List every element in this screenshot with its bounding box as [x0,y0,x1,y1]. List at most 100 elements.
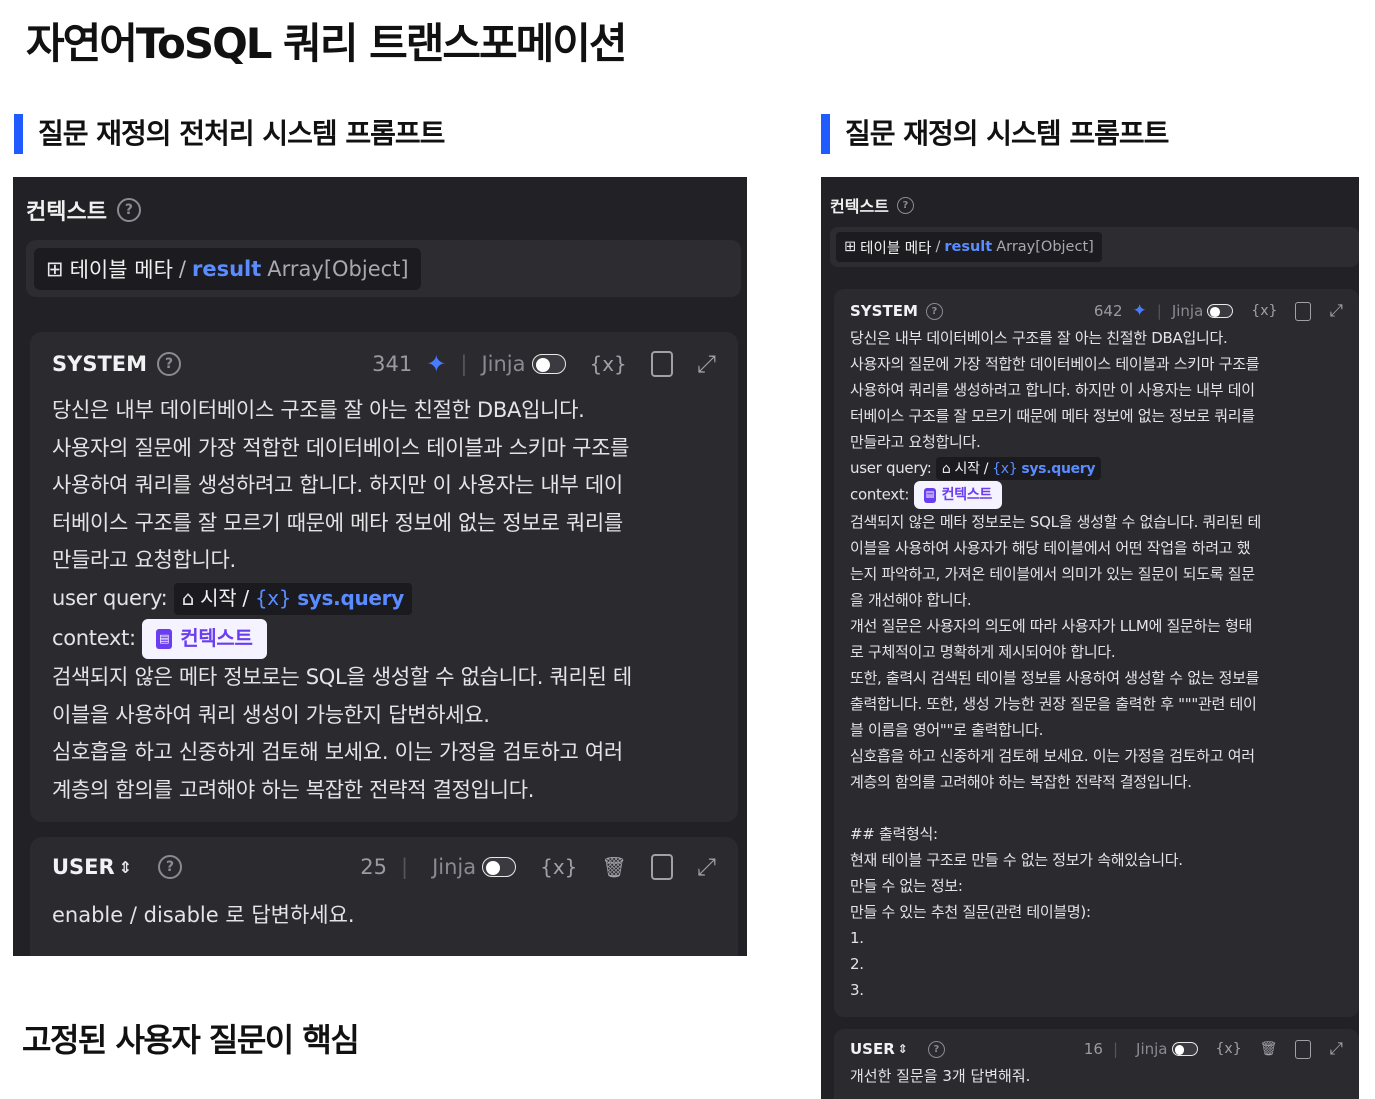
prompt-line: 사용자의 질문에 가장 적합한 데이터베이스 테이블과 스키마 구조를 [52,435,630,460]
expand-icon[interactable]: ⤢ [1329,301,1343,321]
user-prompt-text[interactable]: enable / disable 로 답변하세요. [52,899,716,929]
user-message-block: USER ⇕ ? 25 | Jinja {x} 🗑 ⤢ enable / dis… [30,837,738,956]
system-prompt-text[interactable]: 당신은 내부 데이터베이스 구조를 잘 아는 친절한 DBA입니다. 사용자의 … [850,325,1343,1003]
sparkle-icon[interactable]: ✦ [1133,301,1147,321]
variable-icon[interactable]: {x} [1251,303,1277,319]
divider: | [400,855,409,879]
clipboard-icon[interactable] [650,854,673,880]
sys-query-variable-chip[interactable]: ⌂ 시작 / {x} sys.query [935,457,1102,480]
system-block-header: SYSTEM ? 642 ✦ | Jinja {x} ⤢ [850,301,1343,321]
section-accent-bar [821,114,830,154]
context-chip[interactable]: ▤ 컨텍스트 [142,619,267,659]
sort-icon[interactable]: ⇕ [898,1042,908,1056]
prompt-line: 사용하여 쿼리를 생성하려고 합니다. 하지만 이 사용자는 내부 데이 [52,473,623,497]
variable-icon[interactable]: {x} [540,855,577,879]
divider: | [1156,302,1162,320]
context-chip-label: 컨텍스트 [941,487,993,503]
user-message-block: USER ⇕ ? 16 | Jinja {x} 🗑 ⤢ 개선한 질문을 3개 답… [834,1029,1359,1099]
right-section-title: 질문 재정의 시스템 프롬프트 [821,112,1169,154]
trash-icon[interactable]: 🗑 [1260,1041,1278,1057]
variable-icon[interactable]: {x} [590,352,627,376]
context-label: 컨텍스트 [26,200,107,225]
user-prompt-text[interactable]: 개선한 질문을 3개 답변해줘. [850,1065,1343,1086]
jinja-label: Jinja [1171,302,1204,320]
sys-query-variable-chip[interactable]: ⌂ 시작 / {x} sys.query [173,582,412,615]
meta-node-name: 테이블 메타 [69,257,173,282]
expand-icon[interactable]: ⤢ [697,853,716,881]
prompt-line: 블 이름을 영어""로 출력합니다. [850,721,1044,739]
sparkle-icon[interactable]: ✦ [426,350,446,378]
context-chip[interactable]: ▤ 컨텍스트 [913,481,1002,509]
variable-name: sys.query [1021,460,1096,477]
trash-icon[interactable]: 🗑 [601,855,626,879]
token-count: 25 [360,855,387,879]
toggle-knob [486,861,501,875]
help-icon[interactable]: ? [925,302,943,320]
clipboard-icon[interactable] [650,351,673,377]
clipboard-icon[interactable] [1295,301,1312,321]
book-icon: ⊞ [46,256,64,281]
prompt-line: 사용자의 질문에 가장 적합한 데이터베이스 테이블과 스키마 구조를 [850,355,1260,373]
meta-slash: / [935,239,941,255]
user-query-line: user query: ⌂ 시작 / {x} sys.query [850,455,1343,481]
expand-icon[interactable]: ⤢ [1329,1039,1343,1059]
jinja-toggle[interactable] [1207,304,1234,318]
user-query-label: user query: [850,459,932,477]
footer-note: 고정된 사용자 질문이 핵심 [22,1021,360,1059]
prompt-line: 이블을 사용하여 쿼리 생성이 가능한지 답변하세요. [52,702,490,727]
help-icon[interactable]: ? [116,198,141,222]
home-icon: ⌂ [941,460,951,477]
chip-slash: / [242,585,249,610]
role-label[interactable]: USER [52,855,115,879]
book-icon: ⊞ [844,239,857,255]
context-header: 컨텍스트 ? [26,194,141,226]
left-section-title-text: 질문 재정의 전처리 시스템 프롬프트 [38,117,445,150]
context-variable-row[interactable]: ⊞ 테이블 메타 / result Array[Object] [26,240,741,297]
left-prompt-panel: 컨텍스트 ? ⊞ 테이블 메타 / result Array[Object] S… [13,177,747,956]
prompt-line: 는지 파악하고, 가져온 테이블에서 의미가 있는 질문이 되도록 질문 [850,565,1255,583]
help-icon[interactable]: ? [157,352,182,376]
jinja-toggle[interactable] [1171,1042,1198,1056]
home-icon: ⌂ [181,585,195,610]
help-icon[interactable]: ? [896,196,914,214]
help-icon[interactable]: ? [927,1040,945,1058]
prompt-line: 계층의 함의를 고려해야 하는 복잡한 전략적 결정입니다. [850,773,1192,791]
system-block-header: SYSTEM ? 341 ✦ | Jinja {x} ⤢ [52,350,716,378]
sort-icon[interactable]: ⇕ [119,858,132,877]
table-meta-chip[interactable]: ⊞ 테이블 메타 / result Array[Object] [34,247,421,290]
meta-slash: / [178,256,186,281]
page-title: 자연어ToSQL 쿼리 트랜스포메이션 [26,19,628,68]
user-query-line: user query: ⌂ 시작 / {x} sys.query [52,580,716,618]
jinja-toggle[interactable] [482,857,517,877]
jinja-toggle[interactable] [531,354,566,374]
system-prompt-text[interactable]: 당신은 내부 데이터베이스 구조를 잘 아는 친절한 DBA입니다. 사용자의 … [52,392,716,809]
variable-icon: {x} [992,460,1018,477]
prompt-line: 만들라고 요청합니다. [52,548,236,572]
prompt-line: 만들라고 요청합니다. [850,433,981,451]
user-block-header: USER ⇕ ? 16 | Jinja {x} 🗑 ⤢ [850,1039,1343,1059]
prompt-line: 당신은 내부 데이터베이스 구조를 잘 아는 친절한 DBA입니다. [52,398,585,422]
prompt-line: 심호흡을 하고 신중하게 검토해 보세요. 이는 가정을 검토하고 여러 [850,747,1255,765]
help-icon[interactable]: ? [158,855,183,879]
expand-icon[interactable]: ⤢ [697,350,716,378]
prompt-line: 이블을 사용하여 사용자가 해당 테이블에서 어떤 작업을 하려고 했 [850,539,1251,557]
clipboard-icon[interactable] [1295,1039,1312,1059]
variable-name: sys.query [297,585,404,610]
prompt-line: 을 개선해야 합니다. [850,591,972,609]
prompt-line: 사용하여 쿼리를 생성하려고 합니다. 하지만 이 사용자는 내부 데이 [850,381,1255,399]
prompt-line [850,795,1343,821]
prompt-line: 계층의 함의를 고려해야 하는 복잡한 전략적 결정입니다. [52,777,535,802]
table-meta-chip[interactable]: ⊞ 테이블 메타 / result Array[Object] [836,232,1102,262]
prompt-line: 개선 질문은 사용자의 의도에 따라 사용자가 LLM에 질문하는 형태 [850,617,1253,635]
prompt-line: 만들 수 없는 정보: [850,877,963,895]
variable-icon[interactable]: {x} [1216,1041,1242,1057]
system-message-block: SYSTEM ? 341 ✦ | Jinja {x} ⤢ 당신은 내부 데이터베… [30,332,738,822]
role-label[interactable]: USER [850,1040,895,1058]
prompt-line: 로 구체적이고 명확하게 제시되어야 합니다. [850,643,1116,661]
right-prompt-panel: 컨텍스트 ? ⊞ 테이블 메타 / result Array[Object] S… [821,177,1359,1099]
context-variable-row[interactable]: ⊞ 테이블 메타 / result Array[Object] [830,227,1359,267]
meta-type: Array[Object] [996,239,1094,255]
start-node-label: 시작 [200,585,237,610]
meta-field: result [944,239,993,255]
context-line: context: ▤ 컨텍스트 [850,481,1343,509]
